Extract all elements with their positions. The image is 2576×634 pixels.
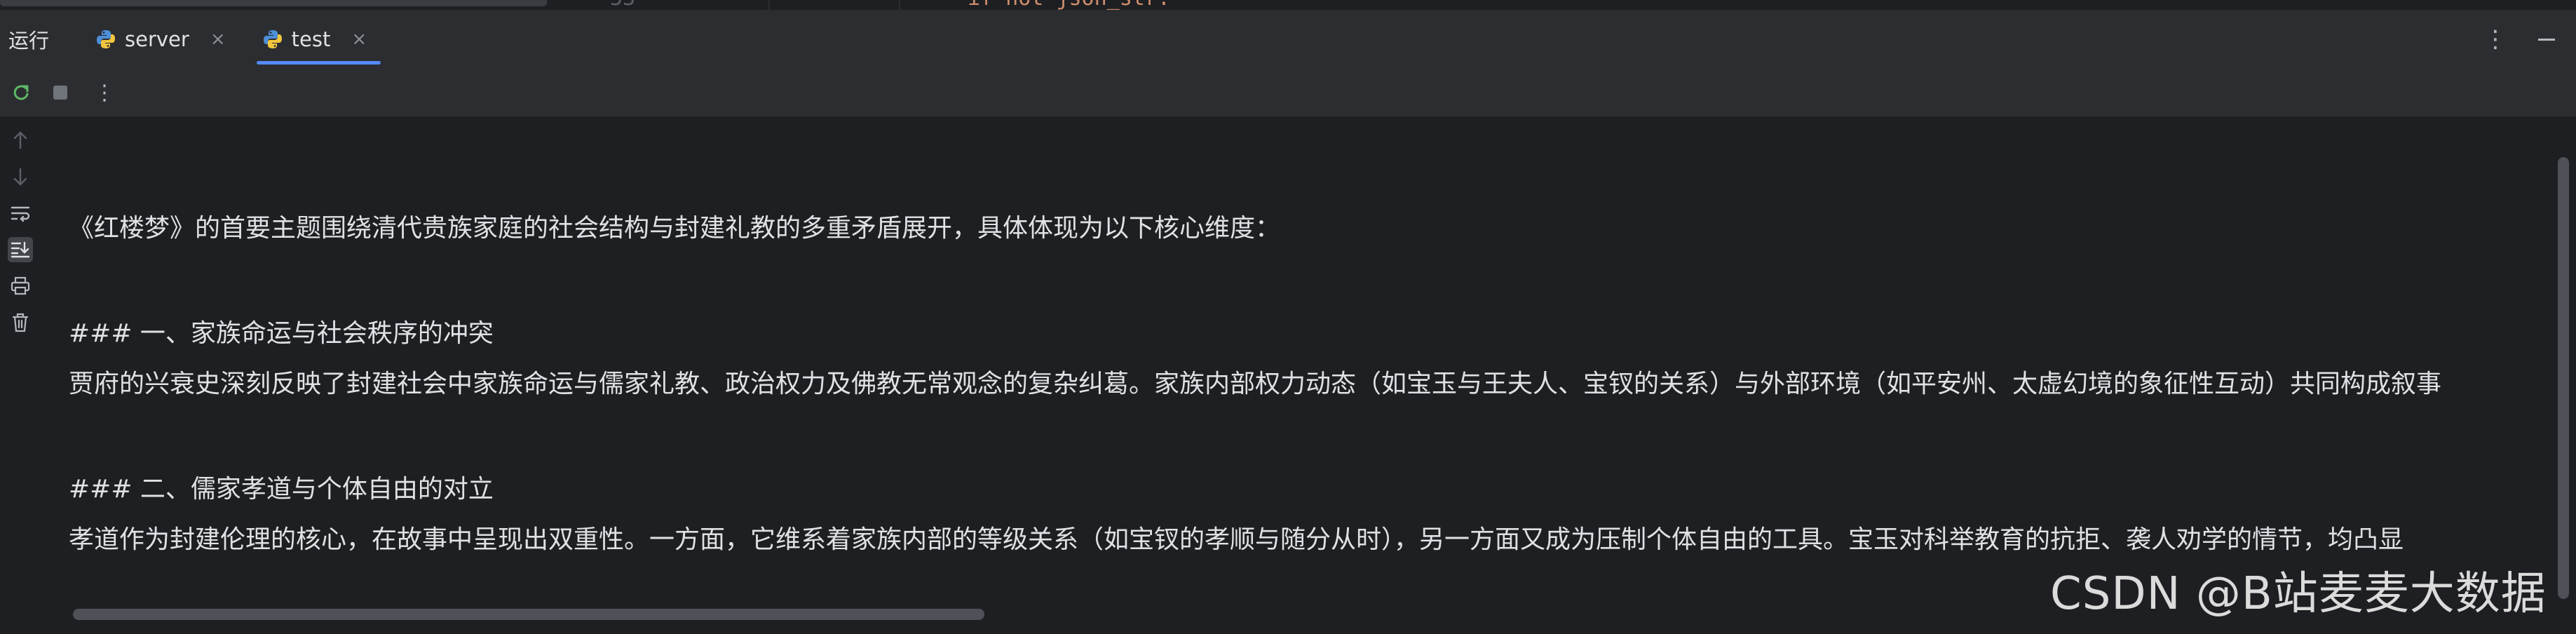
close-icon[interactable]: × bbox=[351, 29, 367, 50]
tab-label: test bbox=[291, 27, 331, 51]
run-toolbar: ⋮ bbox=[0, 69, 2576, 118]
tab-server[interactable]: server × bbox=[77, 10, 244, 69]
trash-icon[interactable] bbox=[8, 310, 33, 335]
scrollbar-thumb[interactable] bbox=[73, 609, 984, 620]
close-icon[interactable]: × bbox=[210, 29, 226, 50]
tool-window-title: 运行 bbox=[8, 29, 50, 53]
editor-fragment: 53 if not json_str: bbox=[0, 0, 2576, 10]
python-icon bbox=[97, 30, 116, 48]
console-output[interactable]: 《红楼梦》的首要主题围绕清代贵族家庭的社会结构与封建礼教的多重矛盾展开，具体体现… bbox=[49, 118, 2552, 602]
editor-gutter bbox=[582, 0, 2576, 10]
more-options-icon[interactable]: ⋮ bbox=[2483, 27, 2507, 51]
rerun-button[interactable] bbox=[3, 74, 39, 111]
console-line: 贾府的兴衰史深刻反映了封建社会中家族命运与儒家礼教、政治权力及佛教无常观念的复杂… bbox=[69, 370, 2442, 398]
console-line: 孝道作为封建伦理的核心，在故事中呈现出双重性。一方面，它维系着家族内部的等级关系… bbox=[69, 525, 2404, 554]
console-line: ### 一、家族命运与社会秩序的冲突 bbox=[69, 319, 494, 348]
console-line: ### 二、儒家孝道与个体自由的对立 bbox=[69, 475, 494, 504]
editor-horizontal-scrollbar[interactable] bbox=[0, 0, 547, 6]
stop-button[interactable] bbox=[42, 74, 79, 111]
editor-code-line: if not json_str: bbox=[968, 0, 1170, 10]
editor-line-number: 53 bbox=[610, 0, 635, 10]
tab-label: server bbox=[125, 27, 189, 51]
arrow-up-icon[interactable] bbox=[8, 128, 33, 153]
stop-icon bbox=[53, 86, 67, 100]
tool-window-actions: ⋮ bbox=[2483, 10, 2555, 69]
vertical-scrollbar[interactable] bbox=[2552, 118, 2576, 602]
watermark: CSDN @B站麦麦大数据 bbox=[2050, 568, 2547, 620]
python-icon bbox=[263, 30, 282, 48]
tab-test[interactable]: test × bbox=[244, 10, 386, 69]
print-icon[interactable] bbox=[8, 274, 33, 299]
gutter-divider bbox=[899, 0, 900, 10]
console-side-toolbar bbox=[0, 118, 41, 634]
scrollbar-thumb[interactable] bbox=[2558, 157, 2569, 599]
rerun-icon bbox=[13, 85, 29, 100]
arrow-down-icon[interactable] bbox=[8, 164, 33, 189]
console-line: 《红楼梦》的首要主题围绕清代贵族家庭的社会结构与封建礼教的多重矛盾展开，具体体现… bbox=[69, 214, 1281, 243]
scroll-to-end-icon[interactable] bbox=[8, 237, 33, 262]
more-options-icon[interactable]: ⋮ bbox=[94, 81, 115, 105]
run-tool-window-header: 运行 server × test × ⋮ bbox=[0, 10, 2576, 70]
soft-wrap-icon[interactable] bbox=[8, 201, 33, 226]
minimize-icon[interactable] bbox=[2538, 38, 2555, 41]
gutter-divider bbox=[768, 0, 770, 10]
